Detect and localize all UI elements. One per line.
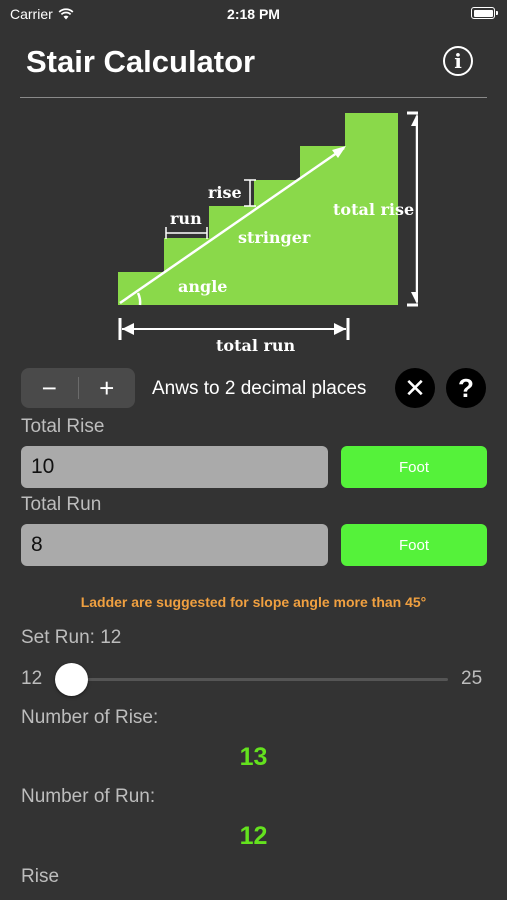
slider-max-label: 25 (461, 668, 483, 689)
angle-label: angle (178, 277, 227, 296)
run-slider-thumb[interactable] (55, 663, 88, 696)
title-divider (20, 97, 487, 98)
total-run-label: total run (216, 336, 296, 355)
total-rise-label: Total Rise (21, 416, 105, 437)
set-run-label: Set Run: 12 (21, 627, 122, 648)
run-label: run (170, 209, 202, 228)
battery-icon (471, 7, 498, 19)
number-of-run-value: 12 (239, 822, 268, 850)
close-icon: ✕ (404, 372, 426, 403)
decimal-places-label: Anws to 2 decimal places (152, 378, 367, 399)
number-of-run-label: Number of Run: (21, 786, 156, 807)
total-run-label: Total Run (21, 494, 102, 515)
warning-message: Ladder are suggested for slope angle mor… (80, 594, 427, 610)
total-run-input[interactable] (21, 524, 328, 566)
increase-decimal-button[interactable]: + (79, 368, 136, 408)
question-icon: ? (458, 372, 474, 403)
status-bar: Carrier 2:18 PM (0, 0, 507, 28)
number-of-rise-label: Number of Rise: (21, 707, 159, 728)
total-run-unit-button[interactable]: Foot (341, 524, 487, 566)
stair-diagram: rise run stringer total rise angle total… (118, 111, 418, 355)
total-rise-label: total rise (333, 200, 414, 219)
info-icon[interactable]: i (443, 46, 473, 76)
decrease-decimal-button[interactable]: − (21, 368, 78, 408)
stringer-label: stringer (238, 228, 311, 247)
clear-button[interactable]: ✕ (395, 368, 435, 408)
page-title: Stair Calculator (26, 44, 256, 79)
number-of-rise-value: 13 (239, 743, 268, 771)
status-time: 2:18 PM (227, 6, 280, 22)
help-button[interactable]: ? (446, 368, 486, 408)
total-rise-input[interactable] (21, 446, 328, 488)
slider-min-label: 12 (21, 668, 43, 689)
rise-result-label: Rise (21, 866, 60, 887)
rise-label: rise (208, 183, 242, 202)
decimal-places-stepper[interactable]: − + (21, 368, 135, 408)
run-slider-track[interactable] (68, 678, 448, 681)
total-rise-unit-button[interactable]: Foot (341, 446, 487, 488)
